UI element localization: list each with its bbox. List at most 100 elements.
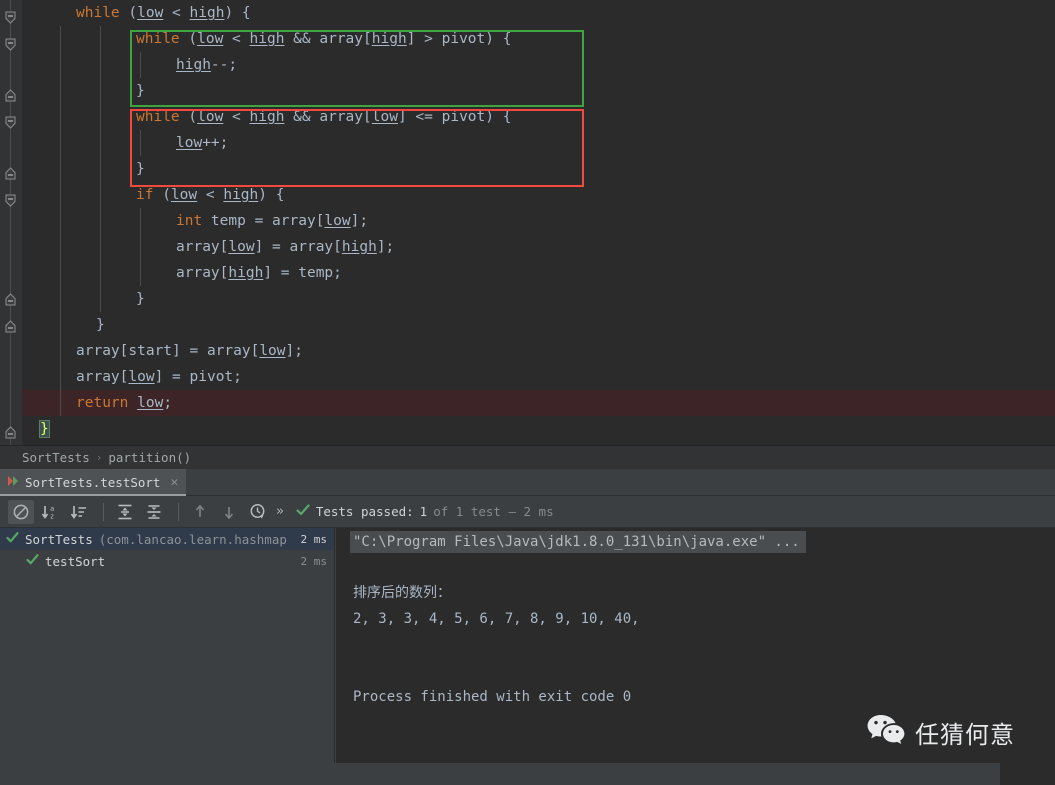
breadcrumb-item-class[interactable]: SortTests [22,450,90,465]
code-line[interactable]: } [22,312,1055,338]
idea-window: while (low < high) { while (low < high &&… [0,0,1055,785]
indent-guide [60,234,61,260]
fold-marker-expand[interactable] [3,88,18,103]
code-line[interactable]: array[start] = array[low]; [22,338,1055,364]
editor-gutter[interactable] [0,0,22,445]
token-pnc: array[ [176,265,229,281]
collapse-all-icon[interactable] [141,500,167,524]
token-pnc: temp = array[ [202,213,325,229]
fold-marker-collapse[interactable] [3,193,18,208]
tab-label: SortTests.testSort [25,475,161,490]
indent-guide [60,78,61,104]
fold-marker-collapse[interactable] [3,115,18,130]
code-editor[interactable]: while (low < high) { while (low < high &&… [0,0,1055,445]
code-line[interactable]: low++; [22,130,1055,156]
token-pnc: --; [210,57,238,73]
token-pnc: array[ [76,369,129,385]
token-kw: int [176,213,203,229]
code-line[interactable]: } [22,78,1055,104]
token-pnc: < [223,31,250,47]
test-tree-row[interactable]: testSort 2 ms [0,550,334,572]
indent-guide [60,130,61,156]
code-line[interactable]: while (low < high && array[low] <= pivot… [22,104,1055,130]
token-pnc: < [223,109,250,125]
code-text: array[low] = array[high]; [176,239,394,255]
test-status-suffix: of 1 test – 2 ms [433,504,554,519]
indent-guide [60,208,61,234]
code-lines[interactable]: while (low < high) { while (low < high &&… [22,0,1055,445]
code-line[interactable]: if (low < high) { [22,182,1055,208]
indent-guide [140,234,141,260]
code-text: } [39,420,50,438]
indent-guide [100,182,101,208]
test-passed-icon [26,553,39,569]
code-text: array[start] = array[low]; [76,343,303,359]
token-var: low [259,343,286,359]
code-line[interactable]: int temp = array[low]; [22,208,1055,234]
code-line[interactable]: array[low] = pivot; [22,364,1055,390]
sort-by-duration-icon[interactable] [66,500,92,524]
fold-marker-expand[interactable] [3,166,18,181]
breadcrumb-item-method[interactable]: partition() [108,450,191,465]
token-pnc: ] = pivot; [154,369,242,385]
breadcrumb[interactable]: SortTests › partition() [0,445,1055,469]
token-var: low [137,395,164,411]
next-failed-icon[interactable] [216,500,242,524]
svg-text:z: z [50,512,54,520]
fold-marker-collapse[interactable] [3,10,18,25]
console-line: 排序后的数列： [353,585,451,601]
token-pnc: } [136,291,145,307]
code-text: while (low < high && array[low] <= pivot… [136,109,511,125]
code-line[interactable]: array[high] = temp; [22,260,1055,286]
toolbar-overflow-icon[interactable]: » [276,504,284,519]
code-line[interactable]: } [22,156,1055,182]
test-status: Tests passed: 1 of 1 test – 2 ms [296,503,554,520]
token-pnc: ( [179,109,198,125]
code-text: int temp = array[low]; [176,213,368,229]
code-line[interactable]: while (low < high) { [22,0,1055,26]
token-pnc: < [197,187,224,203]
fold-marker-expand[interactable] [3,319,18,334]
test-result-tree[interactable]: SortTests (com.lancao.learn.hashmap 2 ms te… [0,528,335,763]
token-pnc: ] > pivot) { [406,31,512,47]
token-pnc: ] = temp; [263,265,342,281]
test-history-icon[interactable] [245,500,271,524]
indent-guide [60,104,61,130]
test-name: SortTests [25,531,93,547]
code-line[interactable]: while (low < high && array[high] > pivot… [22,26,1055,52]
tab-sorttests-testsort[interactable]: SortTests.testSort ✕ [0,469,187,496]
token-pnc: } [136,83,145,99]
fold-marker-collapse[interactable] [3,37,18,52]
code-text: while (low < high) { [76,5,251,21]
hide-passed-icon[interactable] [8,499,34,524]
expand-all-icon[interactable] [112,500,138,524]
token-var: high [371,31,407,47]
code-line[interactable]: high--; [22,52,1055,78]
prev-failed-icon[interactable] [187,500,213,524]
code-line[interactable]: array[low] = array[high]; [22,234,1055,260]
indent-guide [60,286,61,312]
token-pnc: < [163,5,190,21]
indent-guide [60,156,61,182]
token-kw: if [136,187,154,203]
close-icon[interactable]: ✕ [170,476,178,489]
indent-guide [60,390,61,416]
token-var: high [176,57,211,73]
code-line[interactable]: return low; [22,390,1055,416]
fold-marker-expand[interactable] [3,425,18,440]
token-pnc: ( [179,31,198,47]
fold-marker-expand[interactable] [3,292,18,307]
code-line[interactable]: } [22,286,1055,312]
wechat-icon [866,713,906,751]
token-kw: return [76,395,129,411]
indent-guide [140,130,141,156]
indent-guide [100,234,101,260]
test-status-count: 1 [419,504,428,519]
token-pnc: ( [119,5,138,21]
code-line[interactable]: } [22,416,1055,442]
test-tree-row[interactable]: SortTests (com.lancao.learn.hashmap 2 ms [0,528,334,550]
test-runner-toolbar[interactable]: a z » Tests passed: 1 of 1 test – 2 ms [0,496,1055,528]
sort-alphabetically-icon[interactable]: a z [37,500,63,524]
test-duration: 2 ms [300,554,328,568]
